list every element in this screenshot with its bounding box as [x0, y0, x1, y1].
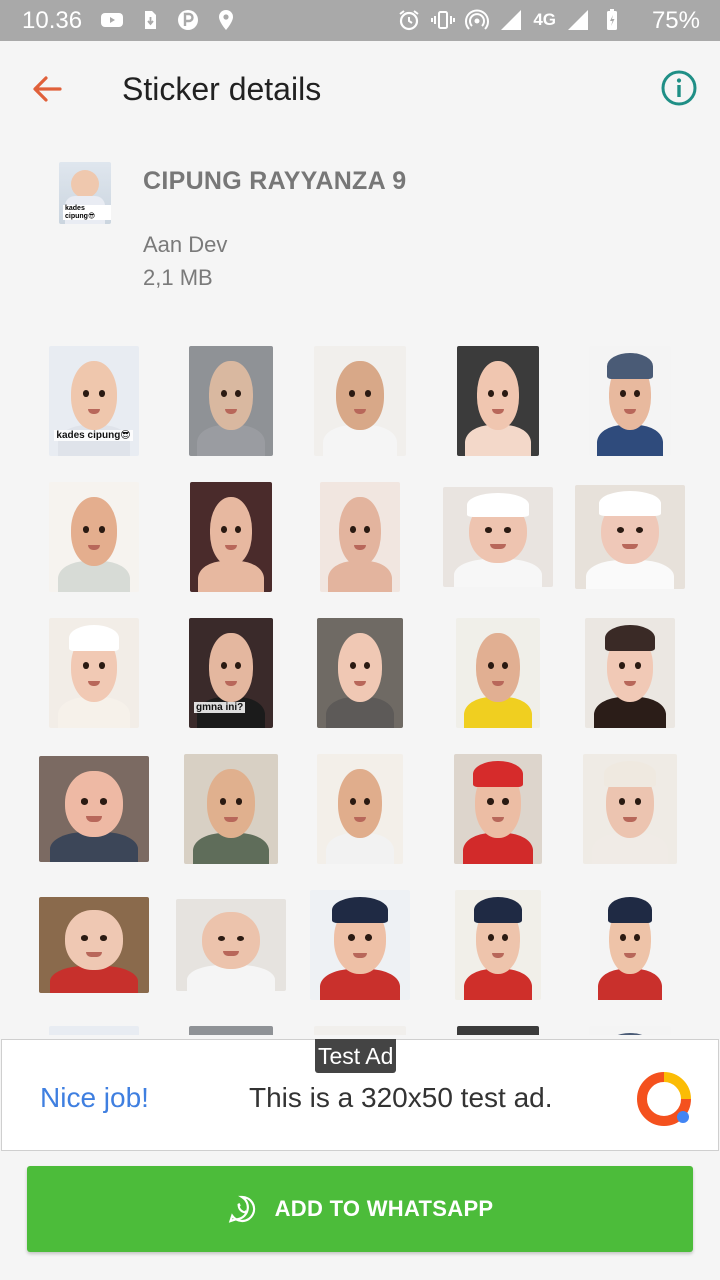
youtube-icon	[100, 8, 124, 32]
ad-banner[interactable]: Test Ad Nice job! This is a 320x50 test …	[1, 1039, 719, 1151]
ad-headline[interactable]: Nice job!	[40, 1082, 149, 1114]
hotspot-icon	[465, 8, 490, 32]
sticker-item[interactable]	[39, 756, 149, 862]
info-button[interactable]	[660, 69, 698, 107]
page-title: Sticker details	[122, 71, 322, 107]
sticker-item[interactable]	[317, 618, 403, 728]
sticker-item[interactable]	[49, 482, 139, 592]
system-icons: 4G	[397, 8, 624, 32]
pack-size: 2,1 MB	[143, 265, 213, 290]
parking-icon	[176, 8, 200, 32]
info-icon	[661, 70, 697, 106]
arrow-left-icon	[33, 76, 62, 102]
sticker-item[interactable]	[317, 754, 403, 864]
sticker-item[interactable]	[314, 1026, 406, 1035]
sticker-item[interactable]	[575, 485, 685, 589]
signal-icon	[566, 8, 590, 32]
tray-caption: kades cipung😎	[63, 205, 111, 220]
sticker-item[interactable]: kades cipung😎	[49, 346, 139, 456]
add-to-whatsapp-button[interactable]: ADD TO WHATSAPP	[27, 1166, 693, 1252]
sticker-item[interactable]	[189, 1026, 273, 1035]
download-icon	[138, 8, 162, 32]
sticker-caption: kades cipung😎	[54, 429, 133, 441]
sticker-item[interactable]	[184, 754, 278, 864]
battery-level: 75%	[651, 7, 700, 34]
sticker-item[interactable]	[457, 346, 539, 456]
status-bar: 10.36 4G 75%	[0, 0, 720, 41]
ad-body[interactable]: This is a 320x50 test ad.	[249, 1082, 553, 1114]
sticker-item[interactable]	[456, 618, 540, 728]
pack-tray-image: kades cipung😎	[59, 162, 111, 224]
sticker-item[interactable]	[455, 890, 541, 1000]
ad-logo-icon[interactable]	[636, 1071, 692, 1127]
network-type: 4G	[533, 10, 556, 29]
battery-icon	[600, 8, 624, 32]
pack-publisher: Aan Dev	[143, 232, 228, 257]
sticker-item[interactable]	[585, 618, 675, 728]
sticker-grid: kades cipung😎 gmna ini?	[27, 340, 693, 1035]
app-bar: Sticker details	[0, 41, 720, 137]
sticker-item[interactable]	[49, 618, 139, 728]
sticker-item[interactable]	[190, 482, 272, 592]
back-button[interactable]	[28, 69, 68, 109]
test-ad-badge: Test Ad	[315, 1039, 397, 1073]
whatsapp-icon	[228, 1195, 255, 1223]
sticker-item[interactable]	[454, 754, 542, 864]
signal-icon	[499, 8, 523, 32]
location-icon	[214, 8, 238, 32]
sticker-caption: gmna ini?	[194, 701, 246, 713]
add-to-whatsapp-label: ADD TO WHATSAPP	[274, 1196, 494, 1221]
sticker-item[interactable]	[189, 346, 273, 456]
alarm-icon	[397, 8, 421, 32]
sticker-item[interactable]	[590, 890, 670, 1000]
sticker-item[interactable]	[176, 899, 286, 991]
sticker-item[interactable]	[589, 346, 671, 456]
status-time: 10.36	[22, 7, 83, 34]
sticker-item[interactable]: gmna ini?	[189, 618, 273, 728]
sticker-item[interactable]	[457, 1026, 539, 1035]
sticker-item[interactable]	[443, 487, 553, 587]
sticker-item[interactable]	[49, 1026, 139, 1035]
sticker-item[interactable]	[39, 897, 149, 993]
sticker-item[interactable]	[310, 890, 410, 1000]
notification-icons	[100, 8, 238, 32]
sticker-item[interactable]	[589, 1026, 671, 1035]
pack-name: CIPUNG RAYYANZA 9	[143, 167, 407, 195]
vibrate-icon	[431, 8, 456, 32]
sticker-item[interactable]	[314, 346, 406, 456]
sticker-item[interactable]	[583, 754, 677, 864]
sticker-item[interactable]	[320, 482, 400, 592]
